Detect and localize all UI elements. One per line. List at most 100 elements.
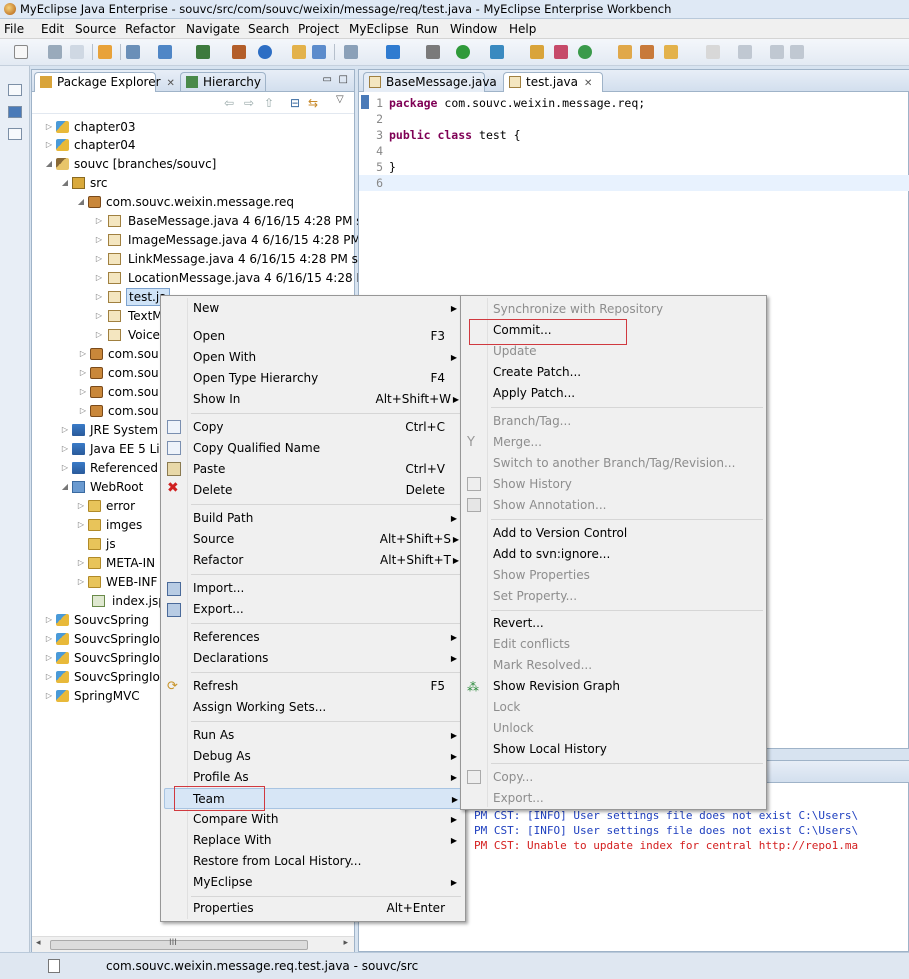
menu-item-lock[interactable]: Lock [461,697,766,718]
expand-icon[interactable]: ▷ [78,364,88,382]
menu-item-refactor[interactable]: Refactor Alt+Shift+T ▶ [161,550,465,571]
expand-icon[interactable]: ▷ [94,269,104,287]
menu-item-debug-as[interactable]: Debug As ▶ [161,746,465,767]
tree-item-basemessage[interactable]: ▷ BaseMessage.java 4 6/16/15 4:28 PM s [32,212,363,230]
menu-item-open-type-hierarchy[interactable]: Open Type Hierarchy F4 [161,368,465,389]
expand-icon[interactable]: ▷ [94,307,104,325]
menu-item-merge[interactable]: Merge... [461,432,766,453]
menu-item-export[interactable]: Export... [161,599,465,620]
menu-item-export[interactable]: Export... [461,788,766,809]
code-line[interactable]: 1 package com.souvc.weixin.message.req; [359,95,909,111]
menu-item-team[interactable]: Team ▶ [164,788,464,809]
expand-icon[interactable]: ▷ [78,383,88,401]
menu-edit[interactable]: Edit [41,21,64,37]
expand-icon[interactable]: ▷ [76,554,86,572]
tree-item-chapter04[interactable]: ▷ chapter04 [32,136,354,154]
up-icon[interactable]: ⇧ [264,96,274,110]
code-line[interactable]: 2 [359,111,909,127]
code-line-current[interactable]: 6 [359,175,909,191]
menu-item-copy[interactable]: Copy Ctrl+C [161,417,465,438]
expand-icon[interactable]: ▷ [78,345,88,363]
menu-refactor[interactable]: Refactor [125,21,175,37]
next-annotation-icon[interactable] [738,45,752,59]
menu-item-run-as[interactable]: Run As ▶ [161,725,465,746]
menu-search[interactable]: Search [248,21,289,37]
menu-item-open[interactable]: Open F3 [161,326,465,347]
scroll-left-icon[interactable]: ◂ [36,938,41,948]
outline-view-icon[interactable] [8,128,22,140]
menu-item-replace-with[interactable]: Replace With ▶ [161,830,465,851]
menu-item-copy-qualified-name[interactable]: Copy Qualified Name [161,438,465,459]
menu-item-add-version-control[interactable]: Add to Version Control [461,523,766,544]
menu-item-create-patch[interactable]: Create Patch... [461,362,766,383]
expand-icon[interactable]: ▷ [44,611,54,629]
expand-icon[interactable]: ▷ [94,212,104,230]
minimize-icon[interactable]: ▭ [323,74,332,85]
expand-icon[interactable]: ▷ [76,497,86,515]
external-tools-icon[interactable] [490,45,504,59]
tree-item-src[interactable]: ◢ src [32,174,354,192]
new-package-icon[interactable] [554,45,568,59]
menu-help[interactable]: Help [509,21,536,37]
expand-icon[interactable]: ▷ [94,288,104,306]
close-icon[interactable]: ✕ [167,78,175,89]
terminal-icon[interactable] [344,45,358,59]
menu-item-references[interactable]: References ▶ [161,627,465,648]
menu-item-synchronize[interactable]: Synchronize with Repository [461,299,766,320]
menu-item-assign-working-sets[interactable]: Assign Working Sets... [161,697,465,718]
expand-icon[interactable]: ▷ [44,118,54,136]
menu-item-update[interactable]: Update [461,341,766,362]
console-view-icon[interactable] [8,106,22,118]
menu-item-delete[interactable]: Delete Delete [161,480,465,501]
menu-navigate[interactable]: Navigate [186,21,240,37]
scrollbar-thumb[interactable]: III [50,938,308,950]
menu-item-show-annotation[interactable]: Show Annotation... [461,495,766,516]
menu-item-compare-with[interactable]: Compare With ▶ [161,809,465,830]
code-line[interactable]: 5} [359,159,909,175]
annotation-icon[interactable] [706,45,720,59]
collapse-icon[interactable]: ◢ [76,193,86,211]
task-icon[interactable] [664,45,678,59]
expand-icon[interactable]: ▷ [44,687,54,705]
open-project-icon[interactable] [292,45,306,59]
expand-icon[interactable]: ▷ [44,630,54,648]
new-java-project-icon[interactable] [530,45,544,59]
menu-item-set-property[interactable]: Set Property... [461,586,766,607]
menu-item-import[interactable]: Import... [161,578,465,599]
expand-icon[interactable]: ▷ [78,402,88,420]
expand-icon[interactable]: ▷ [76,573,86,591]
menu-item-new[interactable]: New ▶ [161,298,465,319]
collapse-icon[interactable]: ◢ [60,478,70,496]
scroll-right-icon[interactable]: ▸ [343,938,348,948]
link-editor-icon[interactable]: ⇆ [308,96,318,110]
menu-window[interactable]: Window [450,21,497,37]
menu-item-profile-as[interactable]: Profile As ▶ [161,767,465,788]
menu-item-myeclipse[interactable]: MyEclipse ▶ [161,872,465,893]
collapse-all-icon[interactable]: ⊟ [290,96,300,110]
expand-icon[interactable]: ▷ [44,136,54,154]
tree-item-locationmessage[interactable]: ▷ LocationMessage.java 4 6/16/15 4:28 PM [32,269,374,287]
server-icon[interactable] [126,45,140,59]
menu-run[interactable]: Run [416,21,439,37]
run-server-icon[interactable] [196,45,210,59]
save-icon[interactable] [48,45,62,59]
debug-icon[interactable] [426,45,440,59]
collapse-icon[interactable]: ◢ [44,155,54,173]
menu-item-show-revision-graph[interactable]: Show Revision Graph [461,676,766,697]
menu-item-commit[interactable]: Commit... [461,320,766,341]
deploy-icon[interactable] [158,45,172,59]
tree-item-imagemessage[interactable]: ▷ ImageMessage.java 4 6/16/15 4:28 PM [32,231,361,249]
menu-item-show-history[interactable]: Show History [461,474,766,495]
menu-item-show-local-history[interactable]: Show Local History [461,739,766,760]
menu-item-switch[interactable]: Switch to another Branch/Tag/Revision... [461,453,766,474]
menu-item-unlock[interactable]: Unlock [461,718,766,739]
code-line[interactable]: 4 [359,143,909,159]
forward-icon[interactable] [790,45,804,59]
tab-basemessage[interactable]: BaseMessage.java [363,72,497,92]
new-wizard-icon[interactable] [386,45,400,59]
expand-icon[interactable]: ▷ [60,440,70,458]
tree-item-souvc[interactable]: ◢ souvc [branches/souvc] [32,155,354,173]
expand-icon[interactable]: ▷ [60,421,70,439]
menu-item-branch-tag[interactable]: Branch/Tag... [461,411,766,432]
run-icon[interactable] [456,45,470,59]
